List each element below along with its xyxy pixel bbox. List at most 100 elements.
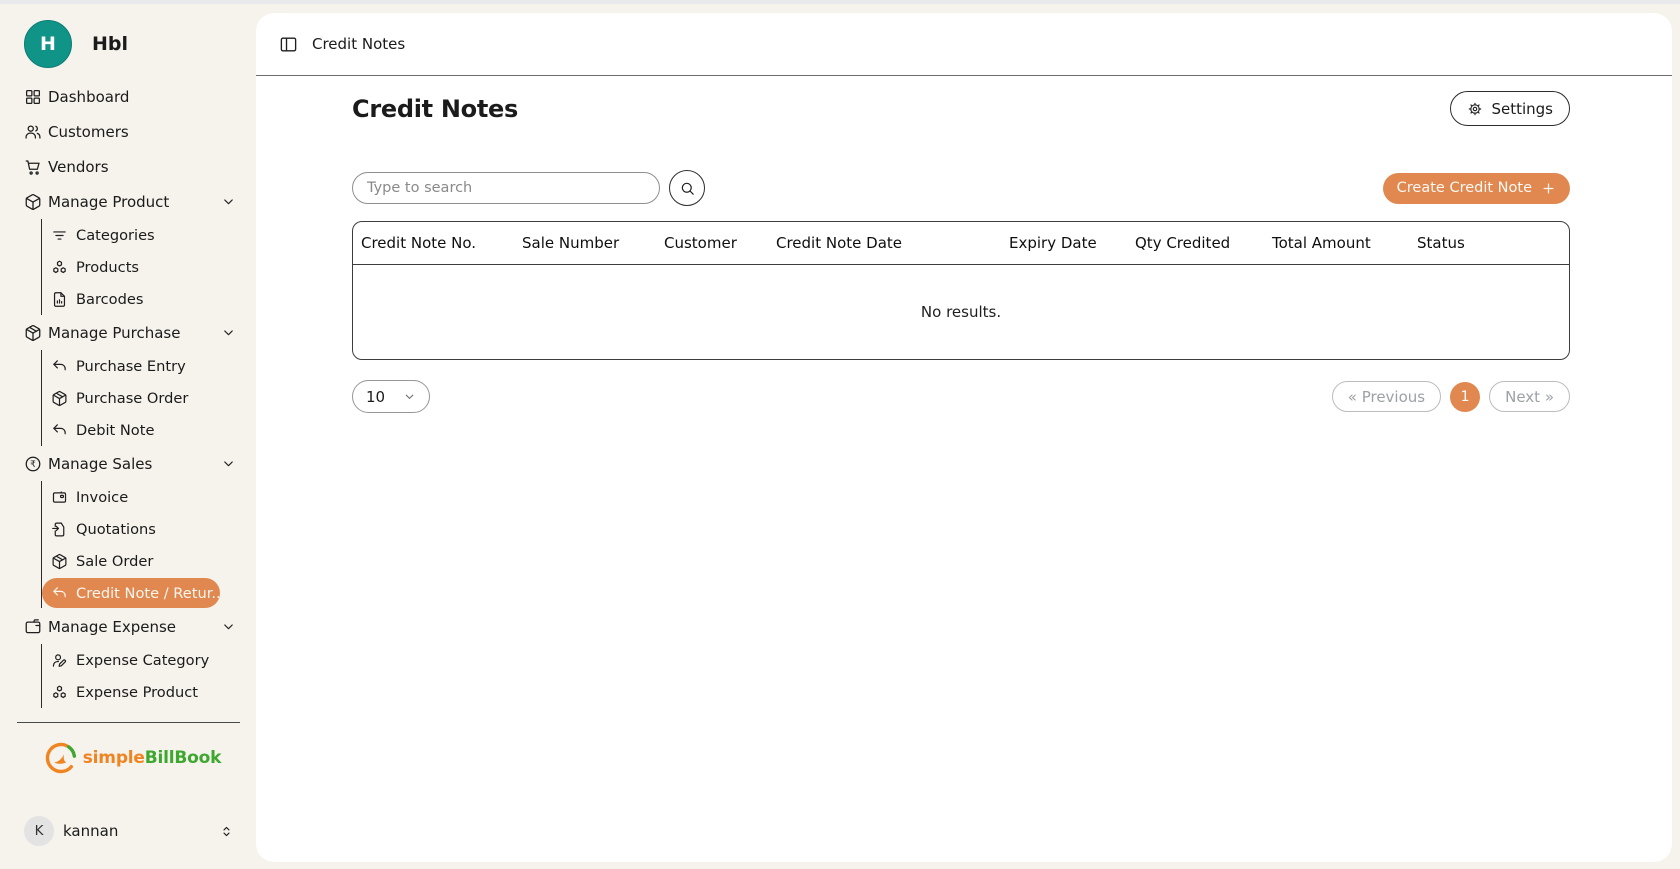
next-page-button[interactable]: Next » xyxy=(1489,381,1570,412)
sidebar-item-vendors[interactable]: Vendors xyxy=(24,149,240,184)
chevron-down-icon xyxy=(403,390,416,403)
logo-arc-icon xyxy=(43,740,79,776)
sidebar-item-sale-order[interactable]: Sale Order xyxy=(42,545,220,577)
column-credit-note-date: Credit Note Date xyxy=(768,222,1001,265)
manage-expense-submenu: Expense Category Expense Product xyxy=(41,644,220,708)
sidebar-item-quotations[interactable]: Quotations xyxy=(42,513,220,545)
column-total-amount: Total Amount xyxy=(1264,222,1409,265)
sidebar-item-label: Sale Order xyxy=(76,553,153,570)
search-icon xyxy=(679,180,696,197)
return-arrow-icon xyxy=(50,584,68,602)
sidebar-item-manage-sales[interactable]: ₹ Manage Sales xyxy=(24,446,240,481)
sidebar-item-debit-note[interactable]: Debit Note xyxy=(42,414,220,446)
sidebar-item-label: Purchase Entry xyxy=(76,358,186,375)
plus-icon xyxy=(1541,181,1556,196)
sidebar-item-label: Manage Product xyxy=(48,193,169,211)
user-avatar: K xyxy=(24,816,54,846)
credit-notes-table: Credit Note No. Sale Number Customer Cre… xyxy=(352,221,1570,360)
settings-button[interactable]: Settings xyxy=(1450,91,1570,126)
chevron-down-icon xyxy=(221,325,236,340)
sidebar-item-label: Manage Purchase xyxy=(48,324,180,342)
chevron-down-icon xyxy=(221,619,236,634)
search-button[interactable] xyxy=(669,170,705,206)
chevrons-up-down-icon xyxy=(219,824,234,839)
file-input-icon xyxy=(50,520,68,538)
sidebar-item-expense-category[interactable]: Expense Category xyxy=(42,644,220,676)
sidebar-item-dashboard[interactable]: Dashboard xyxy=(24,79,240,114)
sidebar-item-label: Categories xyxy=(76,227,155,244)
sidebar-item-label: Manage Sales xyxy=(48,455,152,473)
chevron-down-icon xyxy=(221,194,236,209)
simplebillbook-logo[interactable]: simpleBillBook xyxy=(24,740,240,776)
column-expiry-date: Expiry Date xyxy=(1001,222,1127,265)
wallet-icon xyxy=(24,618,42,636)
settings-label: Settings xyxy=(1491,100,1553,118)
window-top-strip xyxy=(0,0,1680,4)
column-credit-note-no: Credit Note No. xyxy=(353,222,514,265)
manage-sales-submenu: Invoice Quotations Sale Order Credit Not… xyxy=(41,481,220,608)
vendors-cart-icon xyxy=(24,158,42,176)
sidebar-item-label: Purchase Order xyxy=(76,390,188,407)
manage-product-submenu: Categories Products Barcodes xyxy=(41,219,220,315)
package-icon xyxy=(50,389,68,407)
sidebar-nav: Dashboard Customers Vendors Manage Produ… xyxy=(24,79,240,708)
sidebar-item-manage-purchase[interactable]: Manage Purchase xyxy=(24,315,240,350)
page-size-select[interactable]: 10 xyxy=(352,380,430,413)
sidebar-item-purchase-entry[interactable]: Purchase Entry xyxy=(42,350,220,382)
sidebar-item-manage-expense[interactable]: Manage Expense xyxy=(24,609,240,644)
empty-state-row: No results. xyxy=(353,265,1569,360)
create-credit-note-label: Create Credit Note xyxy=(1397,180,1532,196)
sidebar-item-label: Customers xyxy=(48,123,129,141)
create-credit-note-button[interactable]: Create Credit Note xyxy=(1383,173,1570,204)
user-menu[interactable]: K kannan xyxy=(24,815,238,847)
boxes-icon xyxy=(50,258,68,276)
return-arrow-icon xyxy=(50,421,68,439)
sidebar-item-invoice[interactable]: Invoice xyxy=(42,481,220,513)
workspace-switcher[interactable]: H Hbl xyxy=(24,20,248,68)
sidebar-item-barcodes[interactable]: Barcodes xyxy=(42,283,220,315)
table-header-row: Credit Note No. Sale Number Customer Cre… xyxy=(353,222,1569,265)
column-status: Status xyxy=(1409,222,1569,265)
sidebar-item-manage-product[interactable]: Manage Product xyxy=(24,184,240,219)
sidebar-item-credit-note-return[interactable]: Credit Note / Retur... xyxy=(42,578,220,608)
user-name: kannan xyxy=(63,822,118,840)
sidebar-item-customers[interactable]: Customers xyxy=(24,114,240,149)
return-arrow-icon xyxy=(50,357,68,375)
column-qty-credited: Qty Credited xyxy=(1127,222,1264,265)
sidebar-item-label: Expense Category xyxy=(76,652,209,669)
sidebar-item-label: Expense Product xyxy=(76,684,198,701)
content-area: Credit Notes Settings Create Credit Note xyxy=(256,91,1672,413)
workspace-name: Hbl xyxy=(92,33,128,55)
sidebar: H Hbl Dashboard Customers Vendors xyxy=(0,4,248,869)
column-customer: Customer xyxy=(656,222,768,265)
sidebar-item-label: Quotations xyxy=(76,521,156,538)
sidebar-item-products[interactable]: Products xyxy=(42,251,220,283)
sidebar-item-label: Barcodes xyxy=(76,291,143,308)
page-size-value: 10 xyxy=(366,388,385,406)
gear-icon xyxy=(1467,101,1483,117)
svg-text:₹: ₹ xyxy=(30,460,36,470)
sidebar-item-categories[interactable]: Categories xyxy=(42,219,220,251)
previous-page-button[interactable]: « Previous xyxy=(1332,381,1441,412)
package-icon xyxy=(24,324,42,342)
package-icon xyxy=(50,552,68,570)
sidebar-item-label: Dashboard xyxy=(48,88,129,106)
main-panel: Credit Notes Credit Notes Settings Creat… xyxy=(256,13,1672,862)
column-sale-number: Sale Number xyxy=(514,222,656,265)
logo-text: simpleBillBook xyxy=(83,748,221,768)
current-page-button[interactable]: 1 xyxy=(1450,382,1480,412)
chevron-down-icon xyxy=(221,456,236,471)
sidebar-item-purchase-order[interactable]: Purchase Order xyxy=(42,382,220,414)
search-input[interactable] xyxy=(352,172,660,204)
sidebar-item-expense-product[interactable]: Expense Product xyxy=(42,676,220,708)
user-pen-icon xyxy=(50,651,68,669)
manage-purchase-submenu: Purchase Entry Purchase Order Debit Note xyxy=(41,350,220,446)
page-title: Credit Notes xyxy=(352,95,518,123)
dashboard-icon xyxy=(24,88,42,106)
pagination: « Previous 1 Next » xyxy=(1332,381,1570,412)
sidebar-toggle-icon[interactable] xyxy=(279,35,298,54)
box-icon xyxy=(24,193,42,211)
sidebar-item-label: Products xyxy=(76,259,139,276)
customers-icon xyxy=(24,123,42,141)
boxes-icon xyxy=(50,683,68,701)
